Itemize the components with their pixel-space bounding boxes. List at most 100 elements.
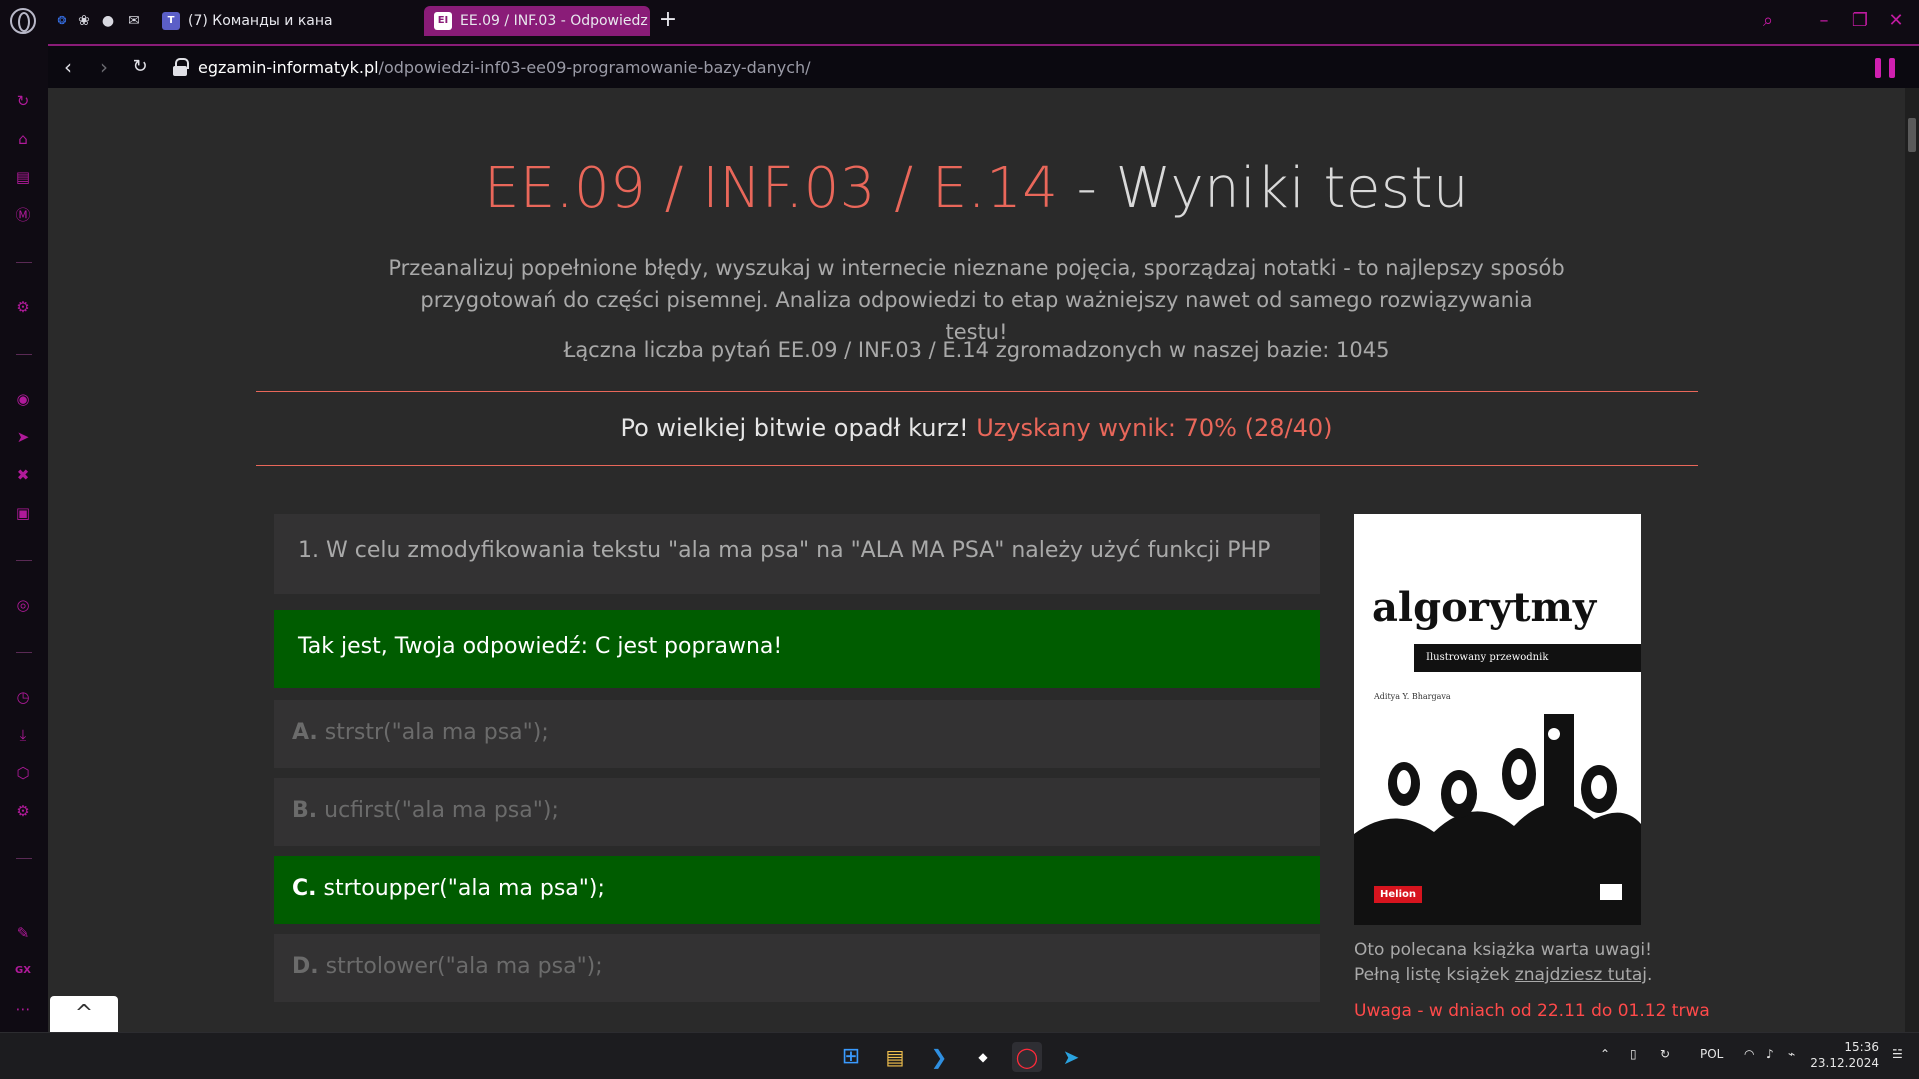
forward-button[interactable]: › <box>88 51 120 83</box>
answer-letter: D. <box>292 954 319 979</box>
tab-egzamin[interactable]: EI EE.09 / INF.03 - Odpowiedz <box>424 6 650 36</box>
aria-icon[interactable]: ↻ <box>12 90 34 112</box>
close-button[interactable]: ✕ <box>1884 9 1908 33</box>
book-caption: Oto polecana książka warta uwagi! Pełną … <box>1354 938 1652 988</box>
answer-letter: A. <box>292 720 318 745</box>
x-icon[interactable]: ✖ <box>12 464 34 486</box>
app-icon[interactable]: ◆ <box>968 1042 998 1072</box>
minimize-button[interactable]: – <box>1812 9 1836 33</box>
sidebar-divider <box>16 652 32 653</box>
sync-icon[interactable]: ↻ <box>1660 1047 1670 1061</box>
wifi-icon[interactable]: ◠ <box>1744 1047 1754 1061</box>
page-title: EE.09 / INF.03 / E.14 - Wyniki testu <box>48 156 1905 221</box>
clock-date: 23.12.2024 <box>1810 1056 1879 1070</box>
new-tab-button[interactable]: + <box>656 9 680 33</box>
cube-icon[interactable]: ⬡ <box>12 762 34 784</box>
reload-button[interactable]: ↻ <box>124 51 156 83</box>
gx-icon[interactable]: ◎ <box>12 594 34 616</box>
result-summary: Po wielkiej bitwie opadł kurz! Uzyskany … <box>48 414 1905 442</box>
result-text: Po wielkiej bitwie opadł kurz! <box>620 414 977 442</box>
answer-text: strstr("ala ma psa"); <box>317 720 549 745</box>
url-host: egzamin-informatyk.pl <box>198 57 379 77</box>
tab-teams[interactable]: T (7) Команды и каналы | Ot <box>152 6 332 36</box>
lock-icon[interactable] <box>172 58 189 76</box>
answer-text: strtoupper("ala ma psa"); <box>316 876 605 901</box>
vscode-icon[interactable]: ❯ <box>924 1042 954 1072</box>
caption-text: Pełną listę książek <box>1354 965 1515 985</box>
notification-icon[interactable]: ☱ <box>1892 1047 1903 1061</box>
book-caption-line2: Pełną listę książek znajdziesz tutaj. <box>1354 963 1652 988</box>
crypto-icon[interactable]: ⌂ <box>12 128 34 150</box>
sidebar-toggle-icon[interactable] <box>1875 58 1903 78</box>
settings-plus-icon[interactable]: ⚙ <box>12 296 34 318</box>
page-viewport: EE.09 / INF.03 / E.14 - Wyniki testu Prz… <box>48 88 1919 1032</box>
answer-text: ucfirst("ala ma psa"); <box>317 798 559 823</box>
answer-option-d: D. strtolower("ala ma psa"); <box>274 934 1320 1002</box>
title-exam-code: EE.09 / INF.03 / E.14 <box>483 156 1059 221</box>
page-scrollbar[interactable] <box>1905 88 1919 1032</box>
language-indicator[interactable]: POL <box>1700 1047 1723 1061</box>
history-icon[interactable]: ◷ <box>12 686 34 708</box>
intro-text: Przeanalizuj popełnione błędy, wyszukaj … <box>388 256 1565 344</box>
divider <box>256 465 1698 466</box>
tray-chevron-icon[interactable]: ⌃ <box>1600 1047 1610 1061</box>
restore-button[interactable]: ❐ <box>1848 9 1872 33</box>
book-caption-line1: Oto polecana książka warta uwagi! <box>1354 940 1652 960</box>
sidebar-divider <box>16 858 32 859</box>
scrollbar-thumb[interactable] <box>1908 118 1916 152</box>
divider <box>256 391 1698 392</box>
battery-icon[interactable]: ▯ <box>1630 1047 1637 1061</box>
sidebar-divider <box>16 354 32 355</box>
url-field[interactable]: egzamin-informatyk.pl/odpowiedzi-inf03-e… <box>198 58 811 77</box>
telegram-icon[interactable]: ➤ <box>12 426 34 448</box>
scroll-to-top-button[interactable]: ^ <box>50 996 118 1032</box>
opera-icon[interactable]: ◯ <box>1012 1042 1042 1072</box>
clock[interactable]: 15:36 23.12.2024 <box>1810 1039 1879 1071</box>
book-author: Aditya Y. Bhargava <box>1374 692 1451 701</box>
search-tabs-icon[interactable]: ⌕ <box>1756 9 1780 33</box>
chevron-up-icon: ^ <box>74 1001 94 1026</box>
tab-bar: ❂ ❀ ● ✉ T (7) Команды и каналы | Ot EI E… <box>0 0 1919 42</box>
book-subtitle: Ilustrowany przewodnik <box>1414 644 1641 672</box>
answer-option-a: A. strstr("ala ma psa"); <box>274 700 1320 768</box>
volume-icon[interactable]: ♪ <box>1766 1047 1774 1061</box>
question-text: 1. W celu zmodyfikowania tekstu "ala ma … <box>274 514 1320 594</box>
player-icon[interactable]: ▤ <box>12 166 34 188</box>
books-list-link[interactable]: znajdziesz tutaj <box>1515 965 1647 985</box>
teams-icon: T <box>162 12 180 30</box>
question-count: Łączna liczba pytań EE.09 / INF.03 / E.1… <box>563 338 1390 362</box>
screen: ❂ ❀ ● ✉ T (7) Команды и каналы | Ot EI E… <box>0 0 1919 1079</box>
book-cover[interactable]: algorytmy Ilustrowany przewodnik Aditya … <box>1354 514 1641 925</box>
more-icon[interactable]: ⋯ <box>12 998 34 1020</box>
windows-taskbar: ⊞ ▤ ❯ ◆ ◯ ➤ ⌃ ▯ ↻ POL ◠ ♪ ⌁ 15:36 23.12.… <box>0 1032 1919 1079</box>
messenger-icon[interactable]: ◉ <box>12 388 34 410</box>
wallet-icon: ❂ <box>57 14 67 27</box>
title-rest: - Wyniki testu <box>1058 156 1470 221</box>
publisher-logo: Helion <box>1374 886 1422 903</box>
url-path: /odpowiedzi-inf03-ee09-programowanie-baz… <box>378 57 811 77</box>
windows-icon[interactable]: ⊞ <box>836 1042 866 1072</box>
answer-feedback: Tak jest, Twoja odpowiedź: C jest popraw… <box>274 610 1320 688</box>
settings-icon[interactable]: ⚙ <box>12 800 34 822</box>
telegram-icon[interactable]: ➤ <box>1056 1042 1086 1072</box>
sidebar-divider <box>16 262 32 263</box>
answer-option-b: B. ucfirst("ala ma psa"); <box>274 778 1320 846</box>
result-score: Uzyskany wynik: 70% (28/40) <box>976 414 1333 442</box>
m-icon[interactable]: Ⓜ <box>12 204 34 226</box>
egzamin-favicon: EI <box>434 12 452 30</box>
network-icon[interactable]: ⌁ <box>1788 1047 1795 1061</box>
pinned-tab-gmail[interactable]: ✉ <box>124 11 144 31</box>
downloads-icon[interactable]: ⤓ <box>12 724 34 746</box>
pinned-tab-chatgpt[interactable]: ❀ <box>74 11 94 31</box>
pinned-tab-wallet[interactable]: ❂ <box>52 11 72 31</box>
gx-label-icon[interactable]: GX <box>12 960 34 982</box>
pinned-tab-github[interactable]: ● <box>98 11 118 31</box>
opera-menu-icon[interactable] <box>10 8 36 34</box>
discord-icon[interactable]: ▣ <box>12 502 34 524</box>
chatgpt-icon: ❀ <box>78 13 90 29</box>
explorer-icon[interactable]: ▤ <box>880 1042 910 1072</box>
gmail-icon: ✉ <box>128 13 140 29</box>
back-button[interactable]: ‹ <box>52 51 84 83</box>
pen-icon[interactable]: ✎ <box>12 922 34 944</box>
caption-text: . <box>1647 965 1653 985</box>
